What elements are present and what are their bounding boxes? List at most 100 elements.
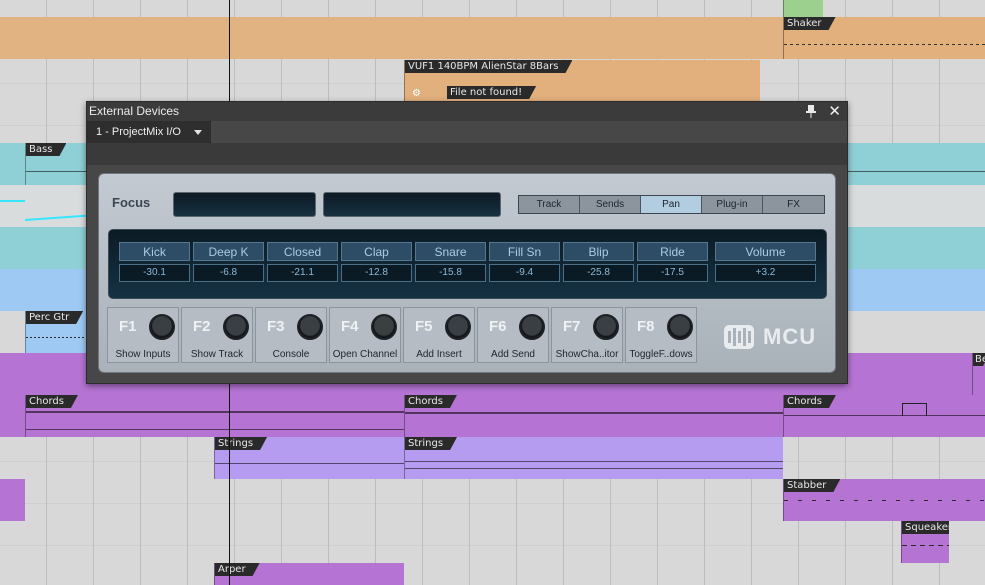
channel-name: Clap — [341, 242, 412, 261]
window-titlebar[interactable]: External Devices ✕ — [87, 102, 847, 121]
channel-name: Blip — [563, 242, 634, 261]
channel-value: -21.1 — [267, 264, 338, 282]
clip-bass-curve — [0, 195, 86, 225]
clip-edge[interactable]: Be — [972, 353, 985, 395]
clip-label: Strings — [215, 437, 267, 450]
f5-button[interactable]: F5 Add Insert — [403, 307, 475, 363]
fkey-label: Open Channel — [332, 349, 398, 360]
mode-pan-button[interactable]: Pan — [641, 196, 702, 213]
fkey-number: F6 — [489, 318, 507, 335]
f8-button[interactable]: F8 ToggleF..dows — [625, 307, 697, 363]
fkey-number: F3 — [267, 318, 285, 335]
window-toolbar-strip — [87, 143, 847, 165]
clip-shaker[interactable]: Shaker — [783, 17, 985, 59]
waveform — [405, 461, 783, 462]
waveform — [26, 429, 404, 430]
clip-label: Bass — [26, 143, 66, 156]
f4-button[interactable]: F4 Open Channel — [329, 307, 401, 363]
channel-value: -15.8 — [415, 264, 486, 282]
window-title: External Devices — [89, 104, 180, 118]
clip-label: Squeaker — [902, 521, 949, 534]
automation-line — [0, 200, 25, 202]
close-icon[interactable]: ✕ — [828, 103, 841, 120]
channel-name: Kick — [119, 242, 190, 261]
mode-selector: Track Sends Pan Plug-in FX — [518, 195, 825, 214]
file-status-label: File not found! — [447, 86, 536, 99]
clip-loop[interactable]: VUF1 140BPM AlienStar 8Bars ⚙ File not f… — [404, 60, 760, 102]
clip-arper[interactable]: Arper — [214, 563, 404, 585]
clip-squeaker[interactable]: Squeaker — [901, 521, 949, 563]
clip-perc-gtr[interactable]: Perc Gtr — [25, 311, 87, 353]
waveform — [784, 415, 985, 416]
channel-value: -25.8 — [563, 264, 634, 282]
channel-strip: Blip -25.8 — [563, 242, 634, 282]
channel-name: Deep K — [193, 242, 264, 261]
channel-name: Ride — [637, 242, 708, 261]
master-name: Volume — [715, 242, 816, 261]
waveform — [405, 412, 783, 414]
knob-icon — [519, 314, 545, 340]
channel-strip: Ride -17.5 — [637, 242, 708, 282]
waveform — [784, 500, 985, 501]
channel-name: Closed — [267, 242, 338, 261]
focus-display-right — [323, 192, 501, 217]
mode-plugin-button[interactable]: Plug-in — [702, 196, 763, 213]
f2-button[interactable]: F2 Show Track — [181, 307, 253, 363]
automation-line — [24, 214, 86, 221]
knob-icon — [445, 314, 471, 340]
channel-value: -9.4 — [489, 264, 560, 282]
f3-button[interactable]: F3 Console — [255, 307, 327, 363]
fkey-label: Console — [272, 349, 310, 360]
knob-icon — [593, 314, 619, 340]
channel-value: -30.1 — [119, 264, 190, 282]
external-devices-window: External Devices ✕ 1 - ProjectMix I/O Fo… — [86, 101, 848, 384]
clip-label: Be — [973, 353, 985, 366]
fkey-number: F4 — [341, 318, 359, 335]
clip-label: Chords — [405, 395, 457, 408]
waveform — [215, 463, 404, 464]
clip-label: Strings — [405, 437, 457, 450]
fkey-number: F8 — [637, 318, 655, 335]
channel-strip: Kick -30.1 — [119, 242, 190, 282]
mode-sends-button[interactable]: Sends — [580, 196, 641, 213]
clip-stabber[interactable]: Stabber — [783, 479, 985, 521]
knob-icon — [297, 314, 323, 340]
knob-icon — [667, 314, 693, 340]
mode-fx-button[interactable]: FX — [763, 196, 824, 213]
waveform — [405, 468, 783, 469]
waveform — [26, 411, 404, 413]
master-value: +3.2 — [715, 264, 816, 282]
fkey-label: Show Track — [190, 349, 244, 360]
clip-label: Chords — [784, 395, 836, 408]
knob-icon — [149, 314, 175, 340]
mode-track-button[interactable]: Track — [519, 196, 580, 213]
master-strip: Volume +3.2 — [715, 242, 816, 282]
clip-chords-1[interactable]: Chords — [25, 395, 404, 437]
clip-label: Arper — [215, 563, 260, 576]
waveform — [784, 44, 985, 45]
clip-strings-1[interactable]: Strings — [214, 437, 404, 479]
fkey-label: Show Inputs — [115, 349, 171, 360]
f7-button[interactable]: F7 ShowCha..itor — [551, 307, 623, 363]
clip-chords-3[interactable]: Chords — [783, 395, 985, 437]
channel-strip: Snare -15.8 — [415, 242, 486, 282]
clip-chords-2[interactable]: Chords — [404, 395, 783, 437]
fkey-label: Add Insert — [416, 349, 462, 360]
device-selector-dropdown[interactable]: 1 - ProjectMix I/O — [87, 121, 211, 143]
waveform — [26, 337, 87, 338]
f6-button[interactable]: F6 Add Send — [477, 307, 549, 363]
channel-name: Snare — [415, 242, 486, 261]
channel-strip: Closed -21.1 — [267, 242, 338, 282]
gear-icon[interactable]: ⚙ — [412, 88, 421, 99]
fkey-number: F5 — [415, 318, 433, 335]
focus-label: Focus — [112, 195, 151, 210]
waveform — [902, 545, 949, 546]
fkey-number: F7 — [563, 318, 581, 335]
clip-strings-2[interactable]: Strings — [404, 437, 783, 479]
clip-top-green[interactable] — [783, 0, 823, 17]
channel-strip: Clap -12.8 — [341, 242, 412, 282]
presonus-logo-icon — [724, 325, 754, 349]
pin-icon[interactable] — [805, 104, 817, 118]
fkey-label: ShowCha..itor — [555, 349, 619, 360]
f1-button[interactable]: F1 Show Inputs — [107, 307, 179, 363]
